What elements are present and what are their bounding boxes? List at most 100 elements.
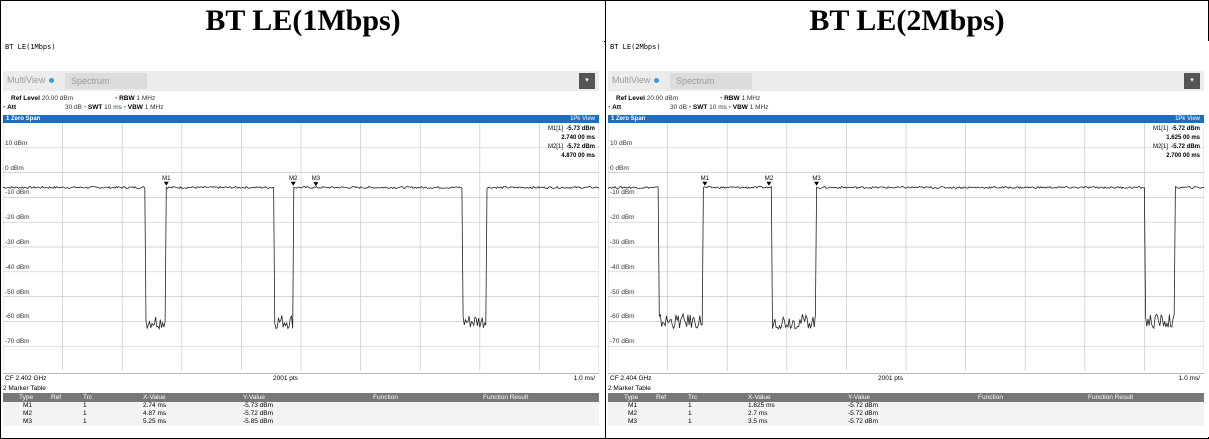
marker-triangle-icon[interactable] bbox=[313, 182, 319, 187]
table-cell: -5.72 dBm bbox=[848, 410, 878, 417]
trace-svg: M1 M2 M3 bbox=[3, 123, 599, 371]
marker-readout-x-row: 1.625 00 ms bbox=[1153, 134, 1200, 143]
table-cell: 1 bbox=[83, 410, 87, 417]
att-label: Att bbox=[7, 104, 17, 111]
trace-svg: M1 M2 M3 bbox=[608, 123, 1204, 371]
marker-readout-y: -5.72 dBm bbox=[1171, 144, 1200, 150]
marker-readout-x-row: 4.870 00 ms bbox=[548, 152, 595, 161]
marker-triangle-icon[interactable] bbox=[290, 181, 296, 186]
column-header: Function bbox=[373, 394, 398, 401]
ref-level-value: 20.00 dBm bbox=[646, 95, 679, 102]
tab-spectrum[interactable]: Spectrum bbox=[65, 73, 147, 89]
table-row: M1 1 1.625 ms -5.72 dBm bbox=[608, 402, 1204, 410]
arrow-icon: • bbox=[115, 95, 118, 102]
table-cell: 1 bbox=[83, 402, 87, 409]
table-cell: 1 bbox=[83, 418, 87, 425]
header-2mbps: BT LE(2Mbps) bbox=[606, 1, 1208, 42]
toolbar: MultiView Spectrum ▾ bbox=[3, 71, 599, 91]
trace-plot[interactable]: M1 M2 M3 10 dBm 0 dBm -10 dBm -20 dBm -30 dBm -4… bbox=[3, 123, 599, 371]
marker-flag-label: M3 bbox=[812, 176, 821, 182]
window-title: 1 Zero Span bbox=[6, 116, 41, 122]
plot-footer: CF 2.402 GHz 2001 pts 1.0 ms/ bbox=[3, 373, 599, 384]
table-cell: 1 bbox=[688, 410, 692, 417]
table-cell: M1 bbox=[628, 402, 638, 409]
column-header: Type bbox=[19, 394, 34, 401]
arrow-icon: • bbox=[3, 104, 6, 111]
y-axis-label: 10 dBm bbox=[610, 139, 634, 147]
marker-readout-label: M1[1] bbox=[547, 126, 563, 132]
marker-table-header: Type Ref Trc X-Value Y-Value Function Function… bbox=[3, 393, 599, 402]
column-header: Function Result bbox=[1088, 394, 1134, 401]
y-axis-label: -50 dBm bbox=[5, 288, 31, 296]
y-axis-label: -30 dBm bbox=[610, 239, 636, 246]
table-cell: M2 bbox=[628, 410, 638, 417]
vbw-value: 1 MHz bbox=[749, 104, 769, 111]
marker-readout-x-row: 2.700 00 ms bbox=[1153, 152, 1200, 161]
table-cell: -5.72 dBm bbox=[243, 410, 273, 417]
tab-spectrum[interactable]: Spectrum bbox=[670, 73, 752, 89]
menu-chevron-icon[interactable]: ▾ bbox=[1184, 73, 1200, 89]
arrow-icon: • bbox=[728, 104, 731, 111]
rbw-value: 1 MHz bbox=[741, 95, 761, 102]
screenshot-title: BT LE(1Mbps) bbox=[5, 43, 56, 51]
marker-table-header: Type Ref Trc X-Value Y-Value Function Function… bbox=[608, 393, 1204, 402]
plot-footer: CF 2.404 GHz 2001 pts 1.0 ms/ bbox=[608, 373, 1204, 384]
center-frequency: CF 2.402 GHz bbox=[5, 375, 47, 382]
vbw-label: VBW bbox=[127, 104, 143, 111]
table-row: M2 1 2.7 ms -5.72 dBm bbox=[608, 410, 1204, 418]
measurement-params: Ref Level 20.00 dBm • RBW 1 MHz • Att 30 dB… bbox=[3, 91, 599, 113]
tab-multiview[interactable]: MultiView bbox=[612, 75, 660, 85]
menu-chevron-icon[interactable]: ▾ bbox=[579, 73, 595, 89]
marker-triangle-icon[interactable] bbox=[814, 181, 820, 186]
y-axis-label: -50 dBm bbox=[610, 288, 636, 296]
column-header: Ref bbox=[51, 394, 62, 401]
arrow-icon: • bbox=[83, 104, 87, 111]
rbw-label: RBW bbox=[119, 95, 135, 102]
marker-table-title: 2 Marker Table bbox=[3, 385, 46, 392]
ref-level-label: Ref Level bbox=[11, 95, 40, 102]
column-header: Trc bbox=[688, 394, 698, 401]
marker-triangle-icon[interactable] bbox=[163, 181, 169, 186]
marker-readout-x: 1.625 00 ms bbox=[1166, 135, 1200, 141]
time-per-div: 1.0 ms/ bbox=[573, 375, 595, 382]
tab-multiview-label: MultiView bbox=[612, 75, 651, 85]
swt-value: 10 ms bbox=[104, 104, 122, 111]
arrow-icon: • bbox=[688, 104, 692, 111]
column-header: X-Value bbox=[143, 394, 166, 401]
tab-multiview-label: MultiView bbox=[7, 75, 46, 85]
swt-label: SWT bbox=[87, 104, 103, 111]
marker-table: Type Ref Trc X-Value Y-Value Function Function… bbox=[608, 393, 1204, 426]
header-1mbps: BT LE(1Mbps) bbox=[1, 1, 605, 42]
marker-readout: M1[1] -5.72 dBm 1.625 00 ms M2[1] -5.72 dB… bbox=[1153, 125, 1200, 161]
table-cell: 5.25 ms bbox=[143, 418, 167, 425]
table-cell: 1.625 ms bbox=[748, 402, 775, 409]
y-axis-label: 10 dBm bbox=[5, 139, 29, 147]
marker-readout-x: 4.870 00 ms bbox=[561, 153, 595, 159]
column-header: Type bbox=[624, 394, 639, 401]
measurement-params: Ref Level 20.00 dBm • RBW 1 MHz • Att 30 dB… bbox=[608, 91, 1204, 113]
y-axis-label: -70 dBm bbox=[5, 338, 31, 346]
marker-table: Type Ref Trc X-Value Y-Value Function Function… bbox=[3, 393, 599, 426]
y-axis-label: -40 dBm bbox=[5, 263, 31, 271]
marker-flag-label: M3 bbox=[312, 176, 321, 182]
ref-level-label: Ref Level bbox=[616, 95, 645, 102]
y-axis-label: -40 dBm bbox=[610, 263, 636, 271]
table-cell: 4.87 ms bbox=[143, 410, 167, 417]
column-header: Function bbox=[978, 394, 1003, 401]
y-axis-label: -60 dBm bbox=[610, 313, 636, 321]
arrow-icon: • bbox=[123, 104, 126, 111]
swt-label: SWT bbox=[692, 104, 708, 111]
analyzer-panel-0: BT LE(1Mbps) MultiView Spectrum ▾ Ref Level … bbox=[1, 41, 604, 437]
marker-readout: M1[1] -5.73 dBm 2.740 00 ms M2[1] -5.72 dB… bbox=[548, 125, 595, 161]
tab-multiview[interactable]: MultiView bbox=[7, 75, 55, 85]
time-per-div: 1.0 ms/ bbox=[1178, 375, 1200, 382]
table-row: M2 1 4.87 ms -5.72 dBm bbox=[3, 410, 599, 418]
table-cell: 1 bbox=[688, 402, 692, 409]
table-cell: 3.5 ms bbox=[748, 418, 768, 425]
marker-triangle-icon[interactable] bbox=[766, 181, 772, 186]
column-header: Trc bbox=[83, 394, 93, 401]
table-cell: -5.72 dBm bbox=[848, 402, 878, 409]
table-cell: M1 bbox=[23, 402, 33, 409]
marker-triangle-icon[interactable] bbox=[702, 181, 708, 186]
trace-plot[interactable]: M1 M2 M3 10 dBm 0 dBm -10 dBm -20 dBm -30 dBm -4… bbox=[608, 123, 1204, 371]
